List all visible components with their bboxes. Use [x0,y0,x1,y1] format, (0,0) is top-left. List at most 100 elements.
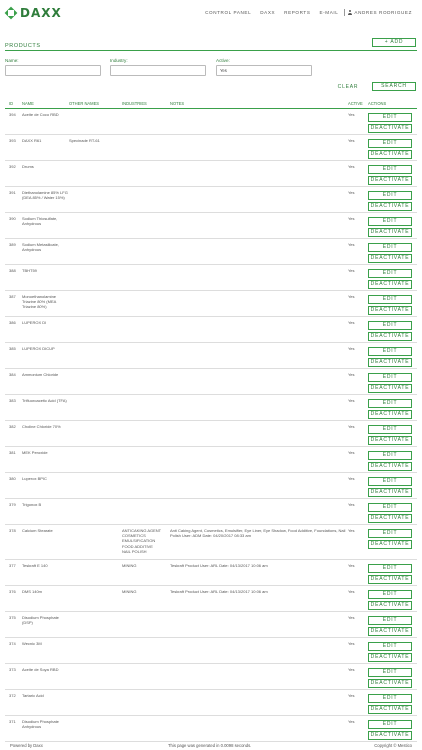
add-product-button[interactable]: + ADD [372,38,416,47]
col-name[interactable]: NAME [22,101,34,106]
search-button[interactable]: SEARCH [372,82,416,91]
deactivate-button[interactable]: DEACTIVATE [368,358,412,367]
nav-email[interactable]: E-MAIL [319,10,338,15]
edit-button[interactable]: EDIT [368,217,412,226]
deactivate-button[interactable]: DEACTIVATE [368,410,412,419]
edit-button[interactable]: EDIT [368,503,412,512]
deactivate-button[interactable]: DEACTIVATE [368,540,412,549]
edit-button[interactable]: EDIT [368,113,412,122]
table-row: 390 Sodium Thiosulfate, Anhydrous Yes EDIT D… [5,213,417,239]
row-active: Yes [348,424,355,429]
row-name: Tartaric Acid [22,693,44,698]
edit-button[interactable]: EDIT [368,694,412,703]
deactivate-button[interactable]: DEACTIVATE [368,228,412,237]
edit-button[interactable]: EDIT [368,590,412,599]
nav-control-panel[interactable]: CONTROL PANEL [205,10,251,15]
deactivate-button[interactable]: DEACTIVATE [368,280,412,289]
row-name: DAXX R61 [22,138,42,143]
col-active[interactable]: ACTIVE [348,101,363,106]
deactivate-button[interactable]: DEACTIVATE [368,488,412,497]
row-name: Trifluoroacetic Acid (TFA) [22,398,67,403]
edit-button[interactable]: EDIT [368,399,412,408]
edit-button[interactable]: EDIT [368,425,412,434]
edit-button[interactable]: EDIT [368,668,412,677]
edit-button[interactable]: EDIT [368,529,412,538]
deactivate-button[interactable]: DEACTIVATE [368,436,412,445]
table-row: 387 Monoethanolamine Triazine 80% (MEA Tr… [5,291,417,317]
table-row: 381 MEK Peroxide Yes EDIT DEACTIVATE [5,447,417,473]
row-active: Yes [348,476,355,481]
table-row: 371 Disodium Phosphate Anhydrous Yes EDIT DE… [5,716,417,742]
row-id: 389 [9,242,16,247]
deactivate-button[interactable]: DEACTIVATE [368,306,412,315]
edit-button[interactable]: EDIT [368,139,412,148]
col-id[interactable]: ID [9,101,13,106]
edit-button[interactable]: EDIT [368,295,412,304]
deactivate-button[interactable]: DEACTIVATE [368,731,412,740]
edit-button[interactable]: EDIT [368,191,412,200]
row-notes: Anti Caking Agent, Cosmetics, Emulsifier… [170,528,346,539]
table-row: 388 TBHT59 Yes EDIT DEACTIVATE [5,265,417,291]
edit-button[interactable]: EDIT [368,616,412,625]
row-active: Yes [348,346,355,351]
row-id: 372 [9,693,16,698]
deactivate-button[interactable]: DEACTIVATE [368,627,412,636]
row-id: 373 [9,667,16,672]
active-filter-input[interactable] [216,65,312,76]
table-row: 384 Ammonium Chloride Yes EDIT DEACTIVATE [5,369,417,395]
edit-button[interactable]: EDIT [368,269,412,278]
row-id: 374 [9,641,16,646]
edit-button[interactable]: EDIT [368,477,412,486]
row-name: Luperox BPIC [22,476,47,481]
row-active: Yes [348,563,355,568]
edit-button[interactable]: EDIT [368,347,412,356]
table-row: 379 Trigonox B Yes EDIT DEACTIVATE [5,499,417,525]
deactivate-button[interactable]: DEACTIVATE [368,653,412,662]
footer-powered-by[interactable]: Powered by Daxx [10,743,43,748]
name-filter-input[interactable] [5,65,101,76]
edit-button[interactable]: EDIT [368,564,412,573]
deactivate-button[interactable]: DEACTIVATE [368,202,412,211]
deactivate-button[interactable]: DEACTIVATE [368,124,412,133]
deactivate-button[interactable]: DEACTIVATE [368,705,412,714]
row-name: Drums [22,164,34,169]
clear-button[interactable]: CLEAR [336,83,360,92]
row-active: Yes [348,667,355,672]
edit-button[interactable]: EDIT [368,321,412,330]
deactivate-button[interactable]: DEACTIVATE [368,601,412,610]
edit-button[interactable]: EDIT [368,243,412,252]
table-row: 375 Disodium Phosphate (DSP) Yes EDIT DEACTI… [5,612,417,638]
daxx-logo[interactable]: DAXX [4,6,62,20]
row-name: Sodium Thiosulfate, Anhydrous [22,216,58,227]
row-active: Yes [348,138,355,143]
user-menu[interactable]: ANDRES RODRIGUEZ [348,10,412,15]
nav-reports[interactable]: REPORTS [284,10,310,15]
deactivate-button[interactable]: DEACTIVATE [368,575,412,584]
deactivate-button[interactable]: DEACTIVATE [368,176,412,185]
row-name: Monoethanolamine Triazine 80% (MEA Triaz… [22,294,57,310]
deactivate-button[interactable]: DEACTIVATE [368,514,412,523]
row-active: Yes [348,589,355,594]
deactivate-button[interactable]: DEACTIVATE [368,332,412,341]
table-row: 377 Teskraft E 140 MINING Teskraft Product … [5,560,417,586]
deactivate-button[interactable]: DEACTIVATE [368,462,412,471]
nav-daxx[interactable]: DAXX [260,10,275,15]
table-row: 394 Aceite de Coco RBD Yes EDIT DEACTIVATE [5,109,417,135]
row-active: Yes [348,615,355,620]
edit-button[interactable]: EDIT [368,720,412,729]
row-active: Yes [348,268,355,273]
edit-button[interactable]: EDIT [368,373,412,382]
table-row: 374 Wecnic 3M Yes EDIT DEACTIVATE [5,638,417,664]
industry-filter-input[interactable] [110,65,206,76]
edit-button[interactable]: EDIT [368,165,412,174]
col-notes: NOTES [170,101,185,106]
deactivate-button[interactable]: DEACTIVATE [368,679,412,688]
row-id: 376 [9,589,16,594]
row-notes: Teskraft Product User: ARL Date: 04/13/2… [170,563,268,568]
deactivate-button[interactable]: DEACTIVATE [368,150,412,159]
deactivate-button[interactable]: DEACTIVATE [368,384,412,393]
table-row: 383 Trifluoroacetic Acid (TFA) Yes EDIT DEAC… [5,395,417,421]
edit-button[interactable]: EDIT [368,642,412,651]
edit-button[interactable]: EDIT [368,451,412,460]
deactivate-button[interactable]: DEACTIVATE [368,254,412,263]
